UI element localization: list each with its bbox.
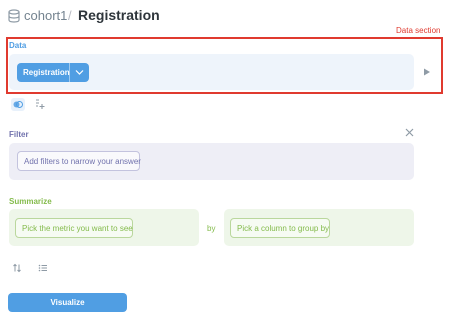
add-filter-button[interactable]: Add filters to narrow your answer — [17, 151, 141, 171]
play-icon[interactable] — [423, 68, 431, 76]
join-data-button[interactable] — [11, 98, 25, 111]
visualize-button[interactable]: Visualize — [8, 293, 127, 312]
add-filter-label: Add filters to narrow your answer — [24, 157, 141, 166]
page-title: Registration — [78, 7, 160, 23]
join-icon — [13, 101, 23, 108]
pick-group-by-button[interactable]: Pick a column to group by — [230, 218, 330, 238]
database-icon — [8, 9, 20, 23]
custom-column-icon[interactable] — [34, 98, 46, 110]
table-select-button[interactable]: Registration — [17, 63, 89, 82]
pick-metric-label: Pick the metric you want to see — [22, 224, 133, 233]
chevron-down-icon[interactable] — [75, 68, 84, 76]
limit-icon[interactable] — [38, 263, 48, 273]
sort-icon[interactable] — [12, 263, 22, 273]
by-text: by — [207, 224, 216, 233]
summarize-section-label: Summarize — [9, 197, 52, 206]
filter-section-label: Filter — [9, 130, 29, 139]
pick-group-by-label: Pick a column to group by — [237, 224, 330, 233]
close-icon[interactable] — [405, 128, 414, 137]
table-select-label: Registration — [23, 68, 70, 77]
annotation-label: Data section — [396, 26, 441, 35]
data-section-label: Data — [9, 41, 27, 50]
breadcrumb-parent[interactable]: cohort1 — [24, 8, 67, 23]
pick-metric-button[interactable]: Pick the metric you want to see — [15, 218, 133, 238]
button-divider — [69, 63, 70, 82]
breadcrumb-separator: / — [68, 8, 72, 23]
